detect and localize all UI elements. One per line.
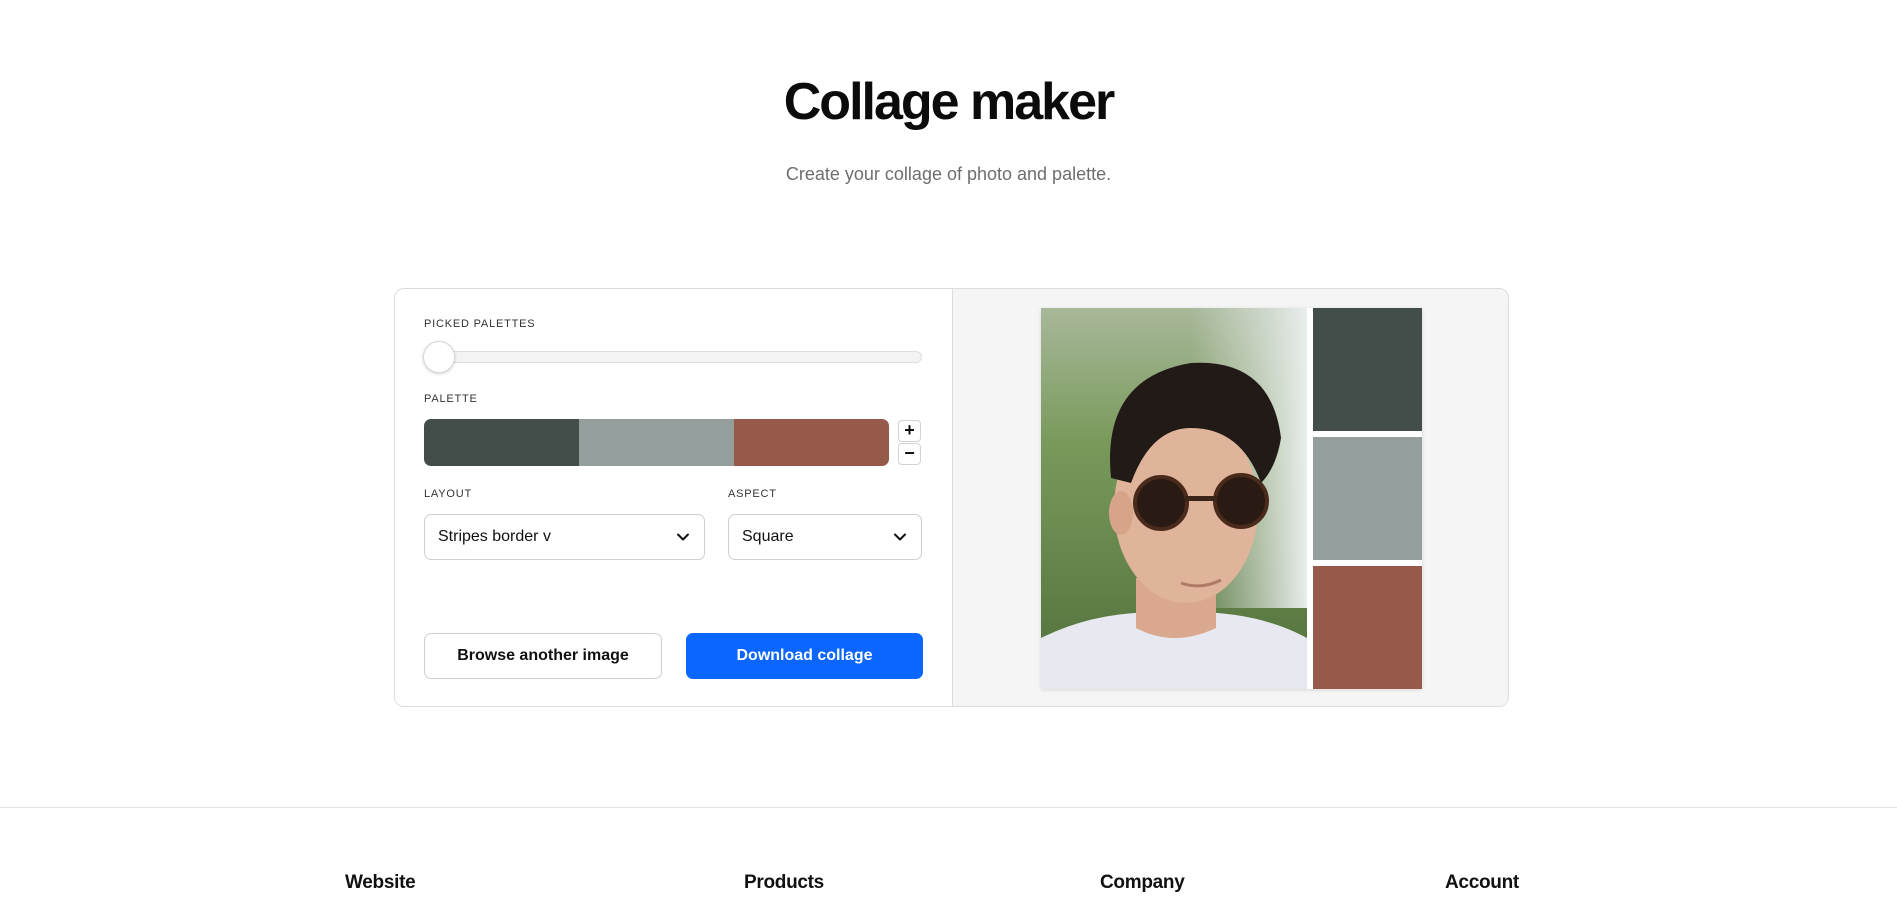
collage-canvas (1041, 308, 1422, 689)
layout-select-value: Stripes border v (438, 528, 551, 545)
palette-swatch-3[interactable] (734, 419, 889, 466)
collage-maker-card: PICKED PALETTES PALETTE + − LAYOUT Strip… (394, 288, 1509, 707)
collage-stripe-3 (1313, 566, 1422, 689)
aspect-label: ASPECT (728, 488, 777, 500)
controls-panel: PICKED PALETTES PALETTE + − LAYOUT Strip… (395, 289, 953, 706)
page-subtitle: Create your collage of photo and palette… (785, 164, 1112, 184)
browse-image-button[interactable]: Browse another image (424, 633, 662, 679)
download-collage-button[interactable]: Download collage (686, 633, 923, 679)
footer-divider (0, 807, 1897, 808)
aspect-select-value: Square (742, 528, 794, 545)
add-color-button[interactable]: + (898, 420, 921, 442)
palette-label: PALETTE (424, 393, 478, 405)
footer-heading-website: Website (345, 872, 416, 893)
remove-color-button[interactable]: − (898, 443, 921, 465)
picked-palettes-slider-track[interactable] (424, 351, 922, 363)
layout-label: LAYOUT (424, 488, 472, 500)
collage-preview (953, 289, 1508, 706)
chevron-down-icon (677, 533, 689, 541)
chevron-down-icon (894, 533, 906, 541)
page-title: Collage maker (783, 73, 1116, 131)
footer-heading-company: Company (1100, 872, 1185, 893)
picked-palettes-slider-thumb[interactable] (423, 341, 455, 373)
footer-heading-products: Products (744, 872, 824, 893)
collage-photo (1041, 308, 1307, 689)
palette-swatch-2[interactable] (579, 419, 734, 466)
layout-select[interactable]: Stripes border v (424, 514, 705, 560)
aspect-select[interactable]: Square (728, 514, 922, 560)
collage-stripe-1 (1313, 308, 1422, 431)
palette-swatch-1[interactable] (424, 419, 579, 466)
footer-heading-account: Account (1445, 872, 1519, 893)
palette-bar (424, 419, 889, 466)
picked-palettes-label: PICKED PALETTES (424, 318, 536, 330)
portrait-photo-image (1041, 308, 1307, 689)
collage-stripe-2 (1313, 437, 1422, 560)
